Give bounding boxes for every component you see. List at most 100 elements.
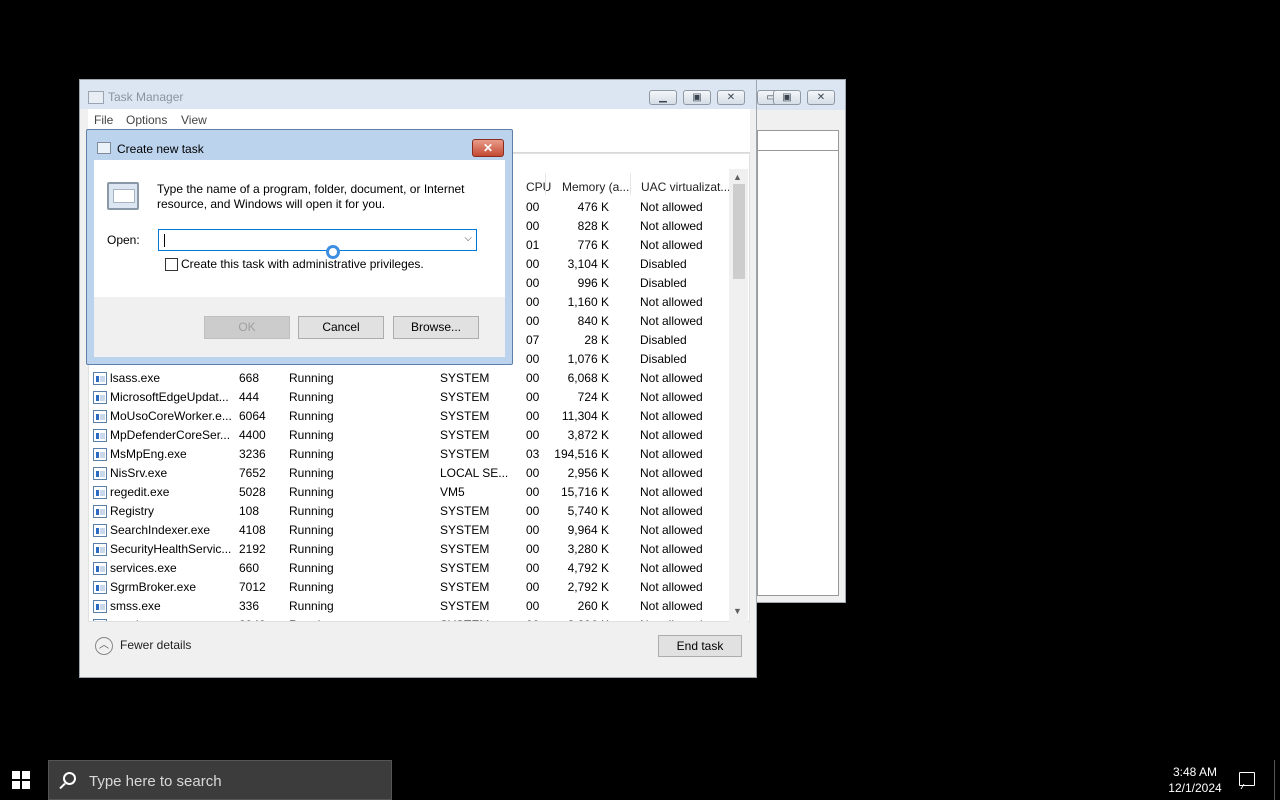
cell-uac: Disabled	[640, 276, 687, 290]
cell-status: Running	[289, 390, 334, 404]
column-header-memory[interactable]: Memory (a...	[562, 176, 629, 198]
end-task-button[interactable]: End task	[658, 635, 742, 657]
cell-name: SearchIndexer.exe	[110, 523, 211, 537]
cell-name: spoolsv.exe	[110, 616, 172, 621]
taskbar: Type here to search 3:48 AM 12/1/2024	[0, 760, 1280, 800]
action-center-icon[interactable]	[1239, 772, 1255, 786]
cell-name: lsass.exe	[110, 371, 161, 385]
cell-cpu: 00	[526, 276, 540, 290]
table-row[interactable]: MsMpEng.exe 3236 Running SYSTEM 03 194,516 K N…	[89, 445, 734, 464]
cell-name: MoUsoCoreWorker.e...	[110, 409, 232, 423]
cell-cpu: 00	[526, 314, 540, 328]
column-header-cpu[interactable]: CPU	[526, 176, 551, 198]
cell-name: Registry	[110, 504, 155, 518]
maximize-button[interactable]: ▣	[683, 90, 711, 105]
cell-pid: 336	[239, 599, 260, 613]
background-maximize-button[interactable]: ▣	[773, 90, 801, 105]
column-separator[interactable]	[630, 173, 631, 195]
cancel-button[interactable]: Cancel	[298, 316, 384, 339]
cell-status: Running	[289, 599, 334, 613]
open-combobox[interactable]: ⌵	[158, 229, 477, 251]
vertical-scrollbar[interactable]: ▲ ▼	[729, 169, 748, 622]
close-button[interactable]: ✕	[717, 90, 745, 105]
cell-cpu: 00	[526, 428, 540, 442]
ok-button[interactable]: OK	[204, 316, 290, 339]
cell-user: SYSTEM	[440, 523, 490, 537]
cell-uac: Not allowed	[640, 314, 703, 328]
table-row[interactable]: SecurityHealthServic... 2192 Running SYSTEM…	[89, 540, 734, 559]
table-row[interactable]: regedit.exe 5028 Running VM5 00 15,716 K Not a…	[89, 483, 734, 502]
admin-privileges-checkbox[interactable]	[165, 258, 178, 271]
cell-pid: 108	[239, 504, 260, 518]
cell-cpu: 00	[526, 257, 540, 271]
cell-status: Running	[289, 409, 334, 423]
cell-name: SgrmBroker.exe	[110, 580, 197, 594]
show-desktop-button[interactable]	[1274, 760, 1276, 800]
cell-mem: 1,076 K	[567, 352, 609, 366]
table-row[interactable]: MoUsoCoreWorker.e... 6064 Running SYSTEM 00 1…	[89, 407, 734, 426]
cell-uac: Not allowed	[640, 409, 703, 423]
chevron-down-icon[interactable]: ⌵	[464, 233, 472, 244]
dialog-body: Type the name of a program, folder, docu…	[94, 160, 505, 357]
cell-user: SYSTEM	[440, 409, 490, 423]
table-row[interactable]: NisSrv.exe 7652 Running LOCAL SE... 00 2,956 …	[89, 464, 734, 483]
scrollbar-thumb[interactable]	[733, 184, 745, 279]
cell-cpu: 00	[526, 523, 540, 537]
cell-pid: 6064	[239, 409, 266, 423]
menu-file[interactable]: File	[94, 113, 113, 127]
cell-pid: 5028	[239, 485, 266, 499]
cell-name: smss.exe	[110, 599, 161, 613]
cell-uac: Not allowed	[640, 504, 703, 518]
scroll-down-icon[interactable]: ▼	[733, 606, 742, 616]
cell-mem: 2,956 K	[567, 466, 609, 480]
dialog-close-button[interactable]: ✕	[472, 139, 504, 157]
table-row[interactable]: smss.exe 336 Running SYSTEM 00 260 K Not allow…	[89, 597, 734, 616]
cell-cpu: 00	[526, 219, 540, 233]
cell-name: SecurityHealthServic...	[110, 542, 232, 556]
minimize-button[interactable]: ▁	[649, 90, 677, 105]
cell-user: SYSTEM	[440, 542, 490, 556]
scroll-up-icon[interactable]: ▲	[733, 172, 742, 182]
system-clock[interactable]: 3:48 AM 12/1/2024	[1160, 764, 1230, 796]
cell-pid: 660	[239, 561, 260, 575]
table-row[interactable]: Registry 108 Running SYSTEM 00 5,740 K Not all…	[89, 502, 734, 521]
table-row[interactable]: MpDefenderCoreSer... 4400 Running SYSTEM 00 3…	[89, 426, 734, 445]
table-row[interactable]: MicrosoftEdgeUpdat... 444 Running SYSTEM 00 7…	[89, 388, 734, 407]
open-input[interactable]	[163, 232, 453, 248]
admin-privileges-label[interactable]: Create this task with administrative pri…	[181, 257, 424, 271]
clock-time: 3:48 AM	[1172, 765, 1218, 779]
cell-uac: Not allowed	[640, 371, 703, 385]
cell-mem: 3,296 K	[568, 616, 609, 621]
table-row[interactable]: services.exe 660 Running SYSTEM 00 4,792 K Not…	[89, 559, 734, 578]
menu-view[interactable]: View	[181, 113, 207, 127]
table-row[interactable]: SgrmBroker.exe 7012 Running SYSTEM 00 2,792 K…	[89, 578, 734, 597]
cell-uac: Disabled	[640, 257, 687, 271]
cell-cpu: 01	[526, 238, 540, 252]
cell-uac: Not allowed	[640, 295, 703, 309]
cell-cpu: 00	[526, 599, 540, 613]
table-row[interactable]: lsass.exe 668 Running SYSTEM 00 6,068 K Not al…	[89, 369, 734, 388]
cell-cpu: 00	[526, 542, 540, 556]
busy-cursor-icon	[326, 245, 340, 259]
column-separator[interactable]	[545, 173, 546, 195]
table-row[interactable]: SearchIndexer.exe 4108 Running SYSTEM 00 9,96…	[89, 521, 734, 540]
background-close-button[interactable]: ✕	[807, 90, 835, 105]
process-icon	[93, 467, 107, 480]
menu-options[interactable]: Options	[126, 113, 167, 127]
process-icon	[93, 448, 107, 461]
process-icon	[93, 524, 107, 537]
cell-cpu: 00	[526, 466, 540, 480]
cell-name: MpDefenderCoreSer...	[110, 428, 231, 442]
chevron-up-icon[interactable]: ︿	[95, 637, 113, 655]
cell-status: Running	[289, 371, 334, 385]
cell-cpu: 00	[526, 580, 540, 594]
menu-bar: File Options View	[88, 109, 750, 131]
table-row[interactable]: spoolsv.exe 2940 Running SYSTEM 00 3,296 K Not…	[89, 616, 734, 621]
cell-cpu: 00	[526, 561, 540, 575]
windows-start-icon[interactable]	[12, 771, 32, 789]
column-header-uac[interactable]: UAC virtualizat...	[641, 176, 730, 198]
taskbar-search-box[interactable]: Type here to search	[48, 760, 392, 800]
browse-button[interactable]: Browse...	[393, 316, 479, 339]
fewer-details-link[interactable]: Fewer details	[120, 638, 191, 652]
cell-uac: Not allowed	[640, 238, 703, 252]
